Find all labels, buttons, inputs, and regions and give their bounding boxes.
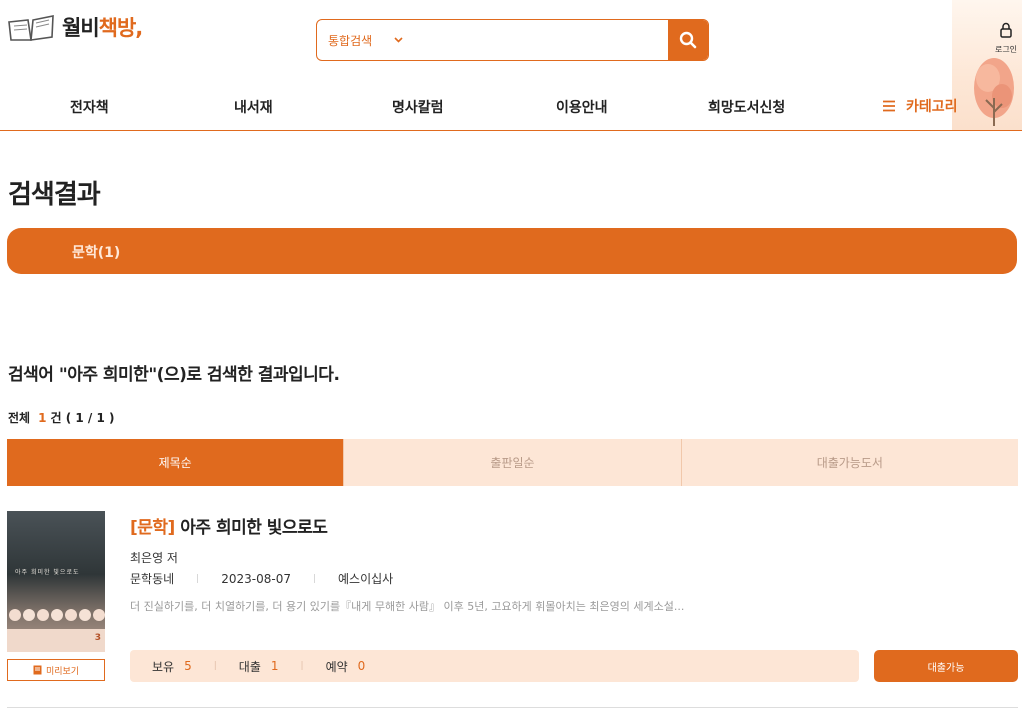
search-icon (679, 31, 697, 49)
nav-item-my-library[interactable]: 내서재 (234, 97, 273, 117)
book-logo-icon (8, 15, 54, 41)
book-category-tag: [문학] (130, 518, 175, 538)
search-input[interactable] (413, 20, 668, 60)
chevron-down-icon (394, 37, 403, 43)
result-count-value: 1 (38, 411, 47, 425)
nav-item-columns[interactable]: 명사칼럼 (392, 97, 444, 117)
stock-divider: | (213, 661, 217, 671)
stock-reserved: 예약 0 (326, 658, 366, 675)
cover-title-text: 아주 희미한 빛으로도 (15, 569, 80, 576)
search-button[interactable] (668, 20, 708, 60)
meta-divider: | (196, 573, 200, 584)
cover-band: 3 (7, 629, 105, 652)
stock-owned-value: 5 (184, 659, 192, 673)
stock-divider: | (300, 661, 304, 671)
category-filter-bar: 문학(1) (7, 228, 1017, 274)
stock-info: 보유 5 | 대출 1 | 예약 0 (130, 650, 859, 682)
preview-label: 미리보기 (45, 666, 80, 677)
nav-item-book-request[interactable]: 희망도서신청 (708, 97, 785, 117)
result-count: 전체 1 건 ( 1 / 1 ) (8, 409, 114, 426)
stock-owned: 보유 5 (152, 658, 192, 675)
book-collection: 문학동네 (130, 572, 175, 586)
tab-sort-pubdate[interactable]: 출판일순 (344, 439, 682, 486)
result-count-label: 전체 (8, 411, 31, 425)
site-logo[interactable]: 월비책방, (6, 10, 143, 44)
stock-loaned-value: 1 (270, 659, 279, 673)
search-scope-select[interactable]: 통합검색 (317, 20, 413, 60)
book-title-text: 아주 희미한 빛으로도 (180, 518, 328, 538)
cover-badge: 3 (94, 633, 101, 643)
book-cover[interactable]: 아주 희미한 빛으로도 3 (7, 511, 105, 652)
book-icon (33, 665, 42, 675)
search-bar: 통합검색 (316, 19, 709, 61)
search-result-message: 검색어 "아주 희미한"(으)로 검색한 결과입니다. (8, 365, 340, 385)
stock-owned-label: 보유 (152, 659, 175, 674)
preview-button[interactable]: 미리보기 (7, 659, 105, 681)
search-scope-label: 통합검색 (328, 33, 373, 48)
category-filter-literature[interactable]: 문학(1) (72, 242, 120, 262)
login-label: 로그인 (994, 45, 1018, 54)
book-meta: 문학동네 | 2023-08-07 | 예스이십사 (130, 570, 393, 587)
cover-art (9, 609, 105, 621)
logo-text: 월비책방, (62, 16, 143, 40)
main-nav: 전자책 내서재 명사칼럼 이용안내 희망도서신청 카테고리 (0, 84, 1022, 131)
result-count-pages: ( 1 / 1 ) (65, 411, 115, 425)
tab-available[interactable]: 대출가능도서 (682, 439, 1018, 486)
meta-divider: | (312, 573, 317, 584)
stock-reserved-label: 예약 (325, 659, 348, 674)
book-description: 더 진실하기를, 더 치열하기를, 더 용기 있기를『내게 무해한 사람』 이후… (130, 600, 685, 613)
lock-icon (1000, 22, 1012, 38)
menu-icon (883, 100, 895, 112)
item-divider (7, 707, 1018, 708)
tab-sort-title[interactable]: 제목순 (7, 439, 345, 486)
stock-reserved-value: 0 (357, 659, 366, 673)
result-count-unit: 건 (50, 411, 62, 425)
category-menu-button[interactable]: 카테고리 (882, 96, 958, 116)
category-label: 카테고리 (906, 99, 958, 115)
page-title: 검색결과 (8, 180, 101, 210)
stock-loaned: 대출 1 (239, 658, 279, 675)
book-title[interactable]: [문학] 아주 희미한 빛으로도 (130, 513, 328, 538)
login-button[interactable]: 로그인 (990, 22, 1022, 55)
book-publisher: 예스이십사 (338, 572, 394, 586)
book-pub-date: 2023-08-07 (221, 571, 291, 586)
nav-item-ebook[interactable]: 전자책 (70, 97, 109, 117)
sort-tabs: 제목순 출판일순 대출가능도서 (7, 439, 1018, 486)
stock-loaned-label: 대출 (238, 659, 261, 674)
book-author: 최은영 저 (130, 551, 178, 565)
nav-item-guide[interactable]: 이용안내 (556, 97, 608, 117)
loan-button[interactable]: 대출가능 (874, 650, 1018, 682)
